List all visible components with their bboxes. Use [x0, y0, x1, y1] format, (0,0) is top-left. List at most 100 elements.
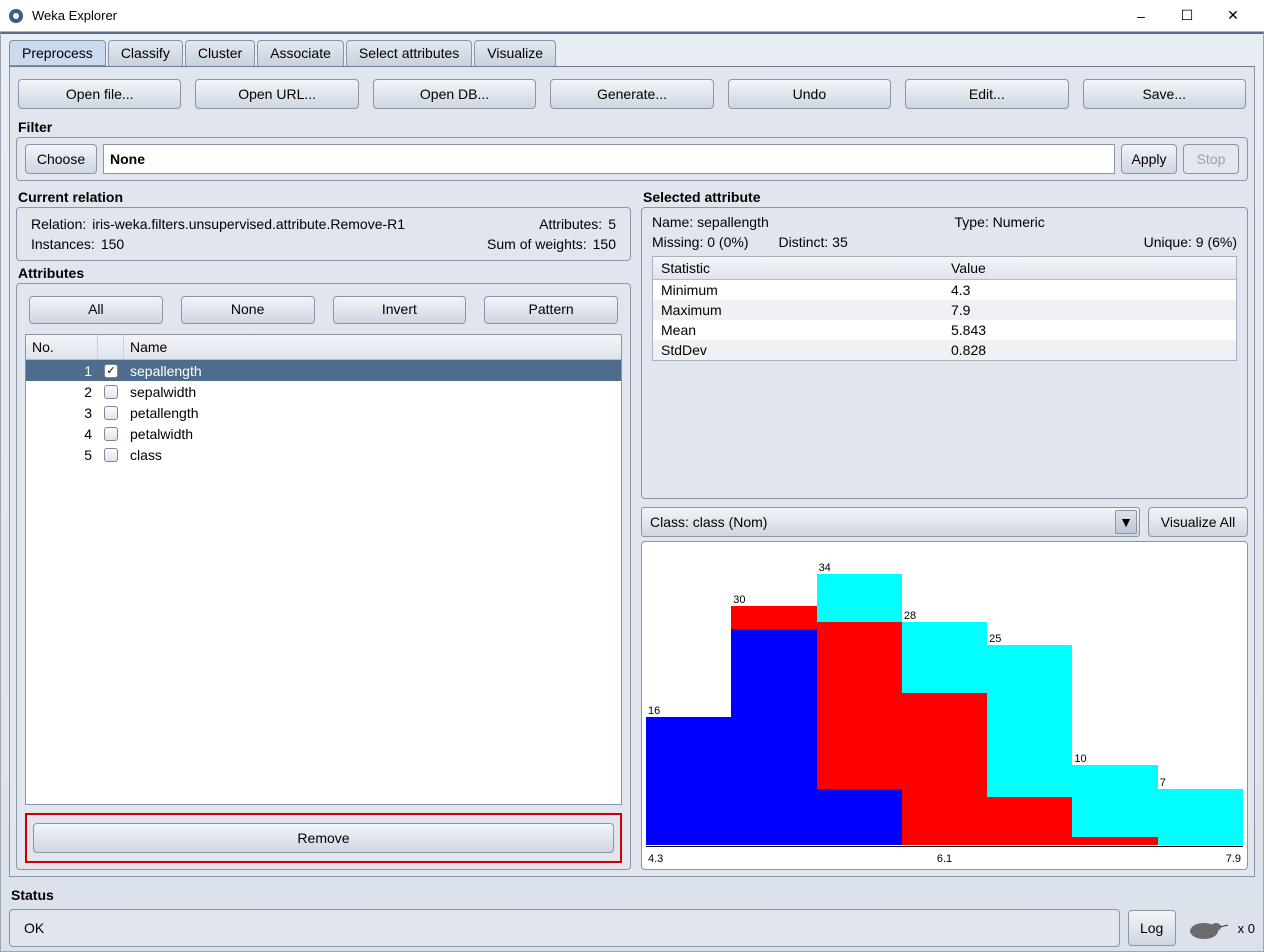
tab-associate[interactable]: Associate [257, 40, 344, 66]
histogram-segment [646, 717, 731, 845]
histogram-segment [1072, 837, 1157, 845]
sel-type-key: Type: [955, 214, 989, 230]
attr-no: 2 [26, 384, 98, 400]
weka-bird-icon[interactable] [1184, 915, 1230, 941]
tab-visualize[interactable]: Visualize [474, 40, 556, 66]
histogram-bin[interactable]: 30 [731, 606, 816, 845]
histogram-chart[interactable]: 1630342825107 4.3 6.1 7.9 [641, 541, 1248, 870]
bin-count-label: 25 [989, 633, 1001, 645]
attr-checkbox[interactable]: ✓ [104, 364, 118, 378]
sel-distinct-key: Distinct: [778, 234, 828, 250]
histogram-segment [817, 574, 902, 622]
col-header-no[interactable]: No. [26, 335, 98, 359]
stat-row[interactable]: Maximum7.9 [653, 300, 1236, 320]
axis-mid-label: 6.1 [937, 853, 952, 865]
none-button[interactable]: None [181, 296, 315, 324]
open-file-button[interactable]: Open file... [18, 79, 181, 109]
bin-count-label: 16 [648, 705, 660, 717]
attribute-row[interactable]: 2sepalwidth [26, 381, 621, 402]
stat-header-value[interactable]: Value [943, 257, 1236, 280]
attribute-row[interactable]: 1✓sepallength [26, 360, 621, 381]
stat-value: 7.9 [943, 300, 1236, 320]
class-select[interactable]: Class: class (Nom) ▼ [641, 507, 1140, 537]
stat-key: Minimum [653, 280, 943, 300]
histogram-segment [817, 622, 902, 790]
all-button[interactable]: All [29, 296, 163, 324]
sel-unique-value: 9 (6%) [1196, 234, 1237, 250]
sel-name-key: Name: [652, 214, 693, 230]
attributes-label: Attributes [18, 265, 629, 281]
attr-no: 5 [26, 447, 98, 463]
close-button[interactable]: ✕ [1210, 1, 1256, 31]
histogram-segment [817, 789, 902, 845]
stat-header-statistic[interactable]: Statistic [653, 257, 943, 280]
stat-row[interactable]: Mean5.843 [653, 320, 1236, 340]
bin-count-label: 7 [1160, 777, 1166, 789]
tab-preprocess[interactable]: Preprocess [9, 40, 106, 66]
class-select-label: Class: class (Nom) [650, 514, 767, 530]
sel-name-value: sepallength [697, 214, 769, 230]
stat-row[interactable]: Minimum4.3 [653, 280, 1236, 300]
current-relation-label: Current relation [18, 189, 629, 205]
histogram-bin[interactable]: 25 [987, 645, 1072, 845]
col-header-name[interactable]: Name [124, 335, 621, 359]
histogram-segment [731, 629, 816, 845]
edit-button[interactable]: Edit... [905, 79, 1068, 109]
stat-value: 5.843 [943, 320, 1236, 340]
tab-cluster[interactable]: Cluster [185, 40, 255, 66]
attr-name: class [124, 447, 621, 463]
histogram-bin[interactable]: 10 [1072, 765, 1157, 845]
minimize-button[interactable]: – [1118, 1, 1164, 31]
stat-key: Mean [653, 320, 943, 340]
stat-table: Statistic Value Minimum4.3Maximum7.9Mean… [652, 256, 1237, 361]
save-button[interactable]: Save... [1083, 79, 1246, 109]
window-title: Weka Explorer [32, 8, 1118, 23]
undo-button[interactable]: Undo [728, 79, 891, 109]
pattern-button[interactable]: Pattern [484, 296, 618, 324]
stat-key: StdDev [653, 340, 943, 360]
histogram-segment [1072, 765, 1157, 837]
tab-select-attributes[interactable]: Select attributes [346, 40, 472, 66]
filter-text[interactable]: None [103, 144, 1115, 174]
open-url-button[interactable]: Open URL... [195, 79, 358, 109]
selected-attribute-label: Selected attribute [643, 189, 1246, 205]
axis-min-label: 4.3 [648, 853, 663, 865]
histogram-segment [902, 693, 987, 845]
attribute-row[interactable]: 5 class [26, 444, 621, 465]
open-db-button[interactable]: Open DB... [373, 79, 536, 109]
maximize-button[interactable]: ☐ [1164, 1, 1210, 31]
attributes-key: Attributes: [539, 216, 602, 232]
stat-value: 0.828 [943, 340, 1236, 360]
histogram-segment [987, 645, 1072, 797]
log-button[interactable]: Log [1128, 910, 1176, 946]
filter-label: Filter [18, 119, 1246, 135]
attr-checkbox[interactable] [104, 448, 118, 462]
current-relation-panel: Relation:iris-weka.filters.unsupervised.… [16, 207, 631, 261]
invert-button[interactable]: Invert [333, 296, 467, 324]
choose-filter-button[interactable]: Choose [25, 144, 97, 174]
stat-row[interactable]: StdDev0.828 [653, 340, 1236, 360]
histogram-segment [987, 797, 1072, 845]
sel-missing-value: 0 (0%) [707, 234, 748, 250]
stop-filter-button: Stop [1183, 144, 1239, 174]
histogram-bin[interactable]: 28 [902, 622, 987, 846]
generate-button[interactable]: Generate... [550, 79, 713, 109]
col-header-check[interactable] [98, 335, 124, 359]
attribute-row[interactable]: 3petallength [26, 402, 621, 423]
bin-count-label: 10 [1074, 753, 1086, 765]
histogram-bin[interactable]: 34 [817, 574, 902, 845]
filter-panel: Choose None Apply Stop [16, 137, 1248, 181]
apply-filter-button[interactable]: Apply [1121, 144, 1177, 174]
attr-checkbox[interactable] [104, 406, 118, 420]
tab-classify[interactable]: Classify [108, 40, 183, 66]
histogram-bin[interactable]: 7 [1158, 789, 1243, 845]
histogram-bin[interactable]: 16 [646, 717, 731, 845]
sow-value: 150 [593, 236, 616, 252]
attr-checkbox[interactable] [104, 427, 118, 441]
visualize-all-button[interactable]: Visualize All [1148, 507, 1248, 537]
remove-button[interactable]: Remove [33, 823, 614, 853]
attr-checkbox[interactable] [104, 385, 118, 399]
attr-name: sepallength [124, 363, 621, 379]
attribute-row[interactable]: 4petalwidth [26, 423, 621, 444]
axis-max-label: 7.9 [1226, 853, 1241, 865]
